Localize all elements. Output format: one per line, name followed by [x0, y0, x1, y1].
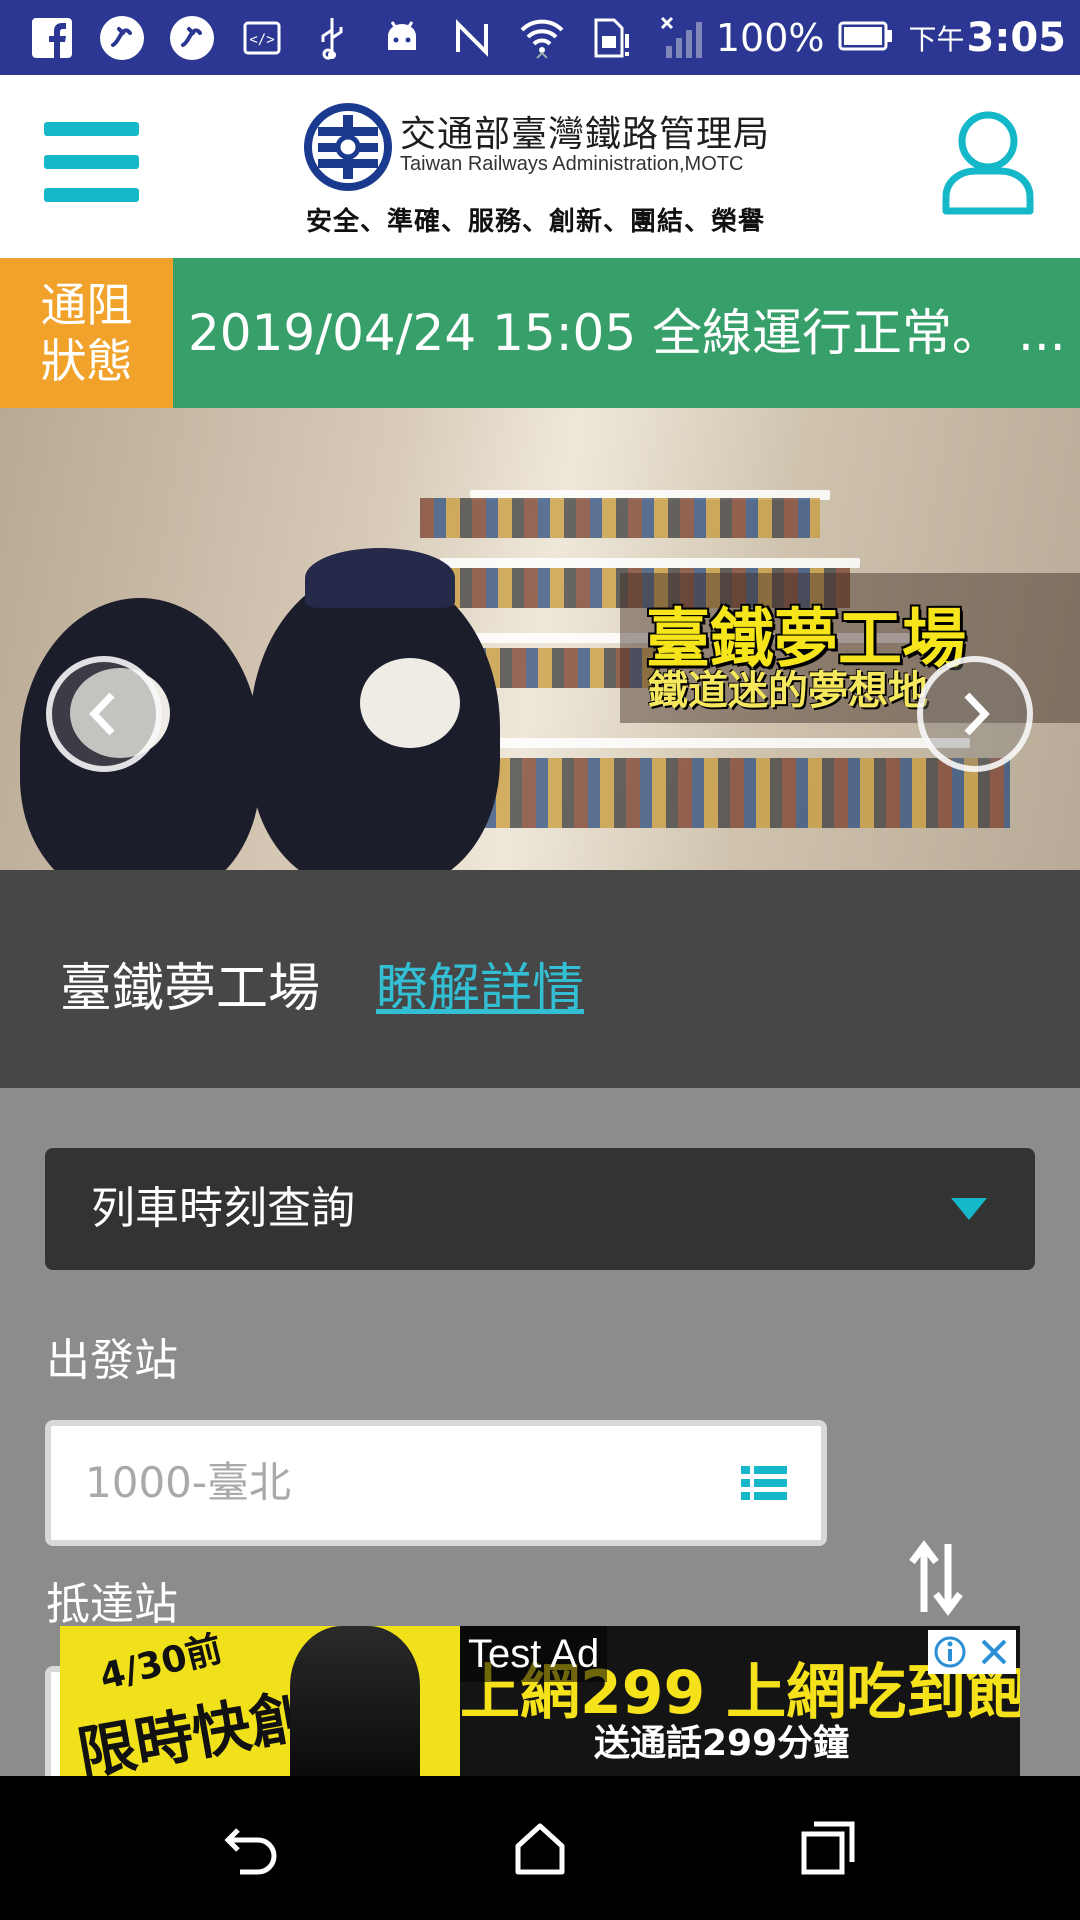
departure-station-field[interactable]: 1000-臺北	[45, 1420, 827, 1546]
banner-caption: 臺鐵夢工場 瞭解詳情	[0, 870, 1080, 1088]
home-icon	[515, 1823, 565, 1875]
recents-icon	[801, 1821, 855, 1875]
home-button[interactable]	[500, 1808, 580, 1888]
android-icon	[378, 14, 426, 62]
tra-logo[interactable]: 交通部臺灣鐵路管理局 Taiwan Railways Administratio…	[300, 97, 780, 237]
departure-label: 出發站	[46, 1335, 178, 1386]
bear-face	[360, 658, 460, 748]
sim-icon	[588, 14, 636, 62]
departure-station-value: 1000-臺北	[85, 1458, 292, 1507]
banner-ad[interactable]: 4/30前 限時快創 上網299 上網吃到飽 送通話299分鐘 Test Ad	[60, 1626, 1020, 1776]
clock: 3:05	[966, 14, 1067, 61]
query-type-value: 列車時刻查詢	[91, 1183, 355, 1234]
hero-carousel[interactable]: 臺鐵夢工場 鐵道迷的夢想地	[0, 408, 1080, 870]
system-nav-bar	[0, 1776, 1080, 1920]
status-bar: </> 100% 下午 3:05	[0, 0, 1080, 75]
site-header: 交通部臺灣鐵路管理局 Taiwan Railways Administratio…	[0, 75, 1080, 258]
ad-subline: 送通話299分鐘	[594, 1723, 850, 1764]
caption-title: 臺鐵夢工場	[60, 959, 321, 1019]
logo-motto: 安全、準確、服務、創新、團結、榮譽	[306, 207, 766, 237]
time-prefix: 下午	[908, 22, 965, 56]
back-button[interactable]	[212, 1808, 292, 1888]
code-icon: </>	[238, 14, 286, 62]
back-icon	[224, 1828, 277, 1875]
status-right: 100% 下午 3:05	[716, 0, 1066, 75]
carousel-prev-button[interactable]	[46, 656, 162, 772]
wifi-icon	[518, 14, 566, 62]
user-account-icon[interactable]	[940, 105, 1036, 217]
ad-info-icon[interactable]	[928, 1630, 972, 1674]
menu-bar	[44, 188, 139, 202]
banner-subtitle: 鐵道迷的夢想地	[648, 668, 928, 714]
app-icon	[98, 14, 146, 62]
conductor-hat	[305, 548, 455, 608]
notification-icons: </>	[0, 14, 706, 62]
station-list-icon[interactable]	[741, 1464, 787, 1502]
carousel-next-button[interactable]	[917, 656, 1033, 772]
app-icon	[168, 14, 216, 62]
signal-icon	[658, 14, 706, 62]
battery-icon	[838, 20, 894, 56]
query-type-select[interactable]: 列車時刻查詢	[45, 1148, 1035, 1270]
traffic-status-message: 2019/04/24 15:05 全線運行正常。 ...	[188, 304, 1066, 362]
svg-text:</>: </>	[249, 32, 274, 48]
battery-percent: 100%	[715, 15, 825, 60]
menu-bar	[44, 122, 139, 136]
menu-button[interactable]	[44, 122, 139, 202]
shelf	[440, 558, 860, 568]
arrival-label: 抵達站	[46, 1579, 178, 1630]
learn-more-link[interactable]: 瞭解詳情	[376, 946, 584, 1021]
swap-stations-icon[interactable]	[908, 1540, 964, 1616]
shelf-items	[420, 498, 820, 538]
usb-icon	[308, 14, 356, 62]
chevron-right-icon	[964, 692, 990, 736]
shelf-items	[470, 758, 1010, 828]
tra-emblem-icon	[304, 103, 392, 191]
caret-down-icon	[951, 1198, 987, 1220]
shelf	[470, 738, 970, 748]
menu-bar	[44, 155, 139, 169]
logo-title: 交通部臺灣鐵路管理局	[400, 114, 771, 155]
nfc-icon	[448, 14, 496, 62]
logo-subtitle: Taiwan Railways Administration,MOTC	[400, 153, 744, 175]
ad-runner-image	[290, 1626, 420, 1776]
traffic-status-bar[interactable]: 通阻狀態 2019/04/24 15:05 全線運行正常。 ...	[0, 258, 1080, 408]
test-ad-label: Test Ad	[460, 1626, 608, 1682]
traffic-status-tag: 通阻狀態	[0, 258, 173, 408]
chevron-left-icon	[89, 692, 115, 736]
facebook-icon	[28, 14, 76, 62]
recents-button[interactable]	[788, 1808, 868, 1888]
ad-close-icon[interactable]	[972, 1630, 1016, 1674]
